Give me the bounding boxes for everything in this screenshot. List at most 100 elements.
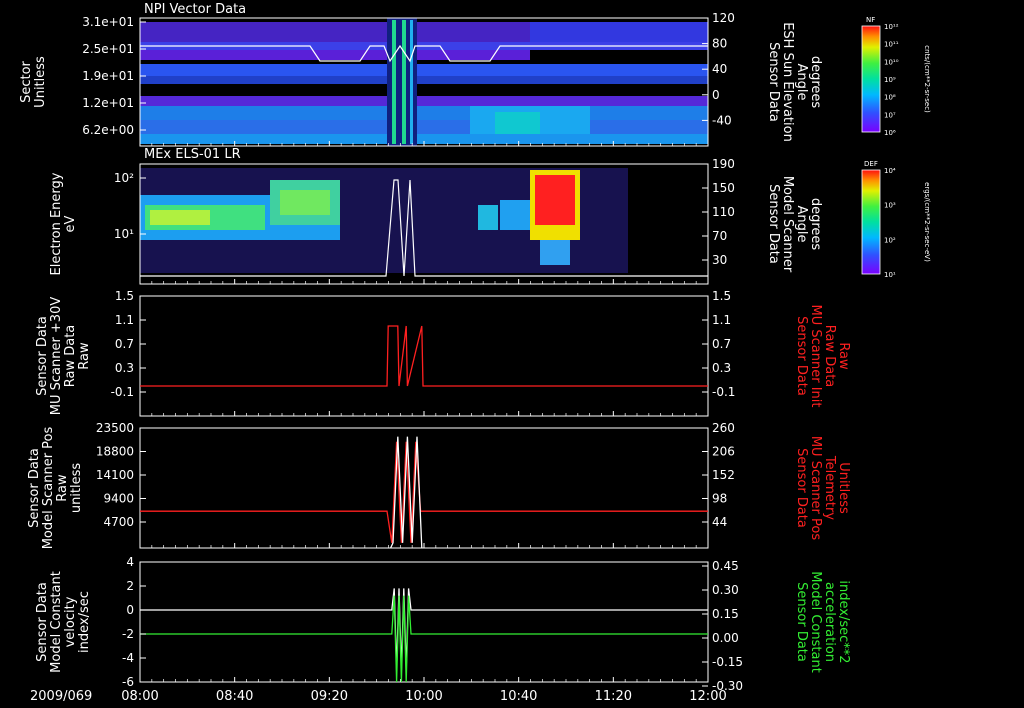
colorbar-def: DEF xyxy=(861,160,881,275)
y-tick-label: 10² xyxy=(114,171,134,185)
y-tick-label: -0.1 xyxy=(111,385,134,399)
y2-tick-label: 0.45 xyxy=(712,559,739,573)
colorbar-units: ergs/(cm**2-sr-sec-eV) xyxy=(923,182,931,262)
series-line-3-0 xyxy=(140,441,708,543)
chart-canvas: NPI Vector Data MEx ELS-01 LR 3.1e+012.5… xyxy=(19,2,931,704)
y-tick-label: 2.5e+01 xyxy=(82,42,134,56)
y-tick-label: 4 xyxy=(126,555,134,569)
y2-tick-label: 0.30 xyxy=(712,583,739,597)
y2-tick-label: 0 xyxy=(712,88,720,102)
y2-axis-label: Model Constant xyxy=(808,571,823,673)
y-tick-label: -6 xyxy=(122,675,134,689)
x-tick-label: 10:00 xyxy=(405,689,442,704)
y-axis-label: Raw xyxy=(55,474,70,502)
y2-axis-label: acceleration xyxy=(822,582,837,662)
y2-tick-label: 0.3 xyxy=(712,361,731,375)
y-tick-label: 2 xyxy=(126,579,134,593)
y-tick-label: 0.3 xyxy=(115,361,134,375)
y2-tick-label: 1.5 xyxy=(712,289,731,303)
y2-axis-label: Sensor Data xyxy=(766,42,781,122)
panel1-spectrogram xyxy=(140,18,708,146)
x-tick-label: 10:40 xyxy=(500,689,537,704)
y2-tick-label: 1.1 xyxy=(712,313,731,327)
panel1-title: NPI Vector Data xyxy=(144,2,246,17)
y2-tick-label: 110 xyxy=(712,205,735,219)
colorbar-tick-label: 10⁴ xyxy=(884,167,896,175)
series-line-2-0 xyxy=(140,325,708,387)
y2-tick-label: 152 xyxy=(712,468,735,482)
y-axis-label: velocity xyxy=(63,596,78,647)
y2-axis-label: MU Scanner Pos xyxy=(808,436,823,541)
y2-tick-label: 70 xyxy=(712,229,727,243)
y2-axis-label: Sensor Data xyxy=(794,448,809,528)
x-axis-date: 2009/069 xyxy=(30,689,92,704)
y-axis-label: Model Scanner Pos xyxy=(41,426,56,549)
x-tick-label: 08:40 xyxy=(216,689,253,704)
y2-tick-label: 0.7 xyxy=(712,337,731,351)
y-tick-label: 1.1 xyxy=(115,313,134,327)
colorbar-units: cnts/(cm**2-sr-sec) xyxy=(923,45,931,113)
y-tick-label: 23500 xyxy=(96,421,134,435)
y-axis-label: Model Constant xyxy=(49,571,64,673)
panel2-title: MEx ELS-01 LR xyxy=(144,147,241,162)
y-tick-label: 0 xyxy=(126,603,134,617)
x-tick-label: 08:00 xyxy=(121,689,158,704)
y-axis-label: unitless xyxy=(69,463,84,514)
y-axis-label: index/sec xyxy=(77,591,92,653)
y-axis-label: Sensor Data xyxy=(35,316,50,396)
y2-axis-label: Unitless xyxy=(836,462,851,514)
y-axis-label: Sector xyxy=(19,60,34,102)
colorbar-tick-label: 10¹⁰ xyxy=(884,58,899,66)
y-tick-label: 14100 xyxy=(96,468,134,482)
colorbar-nf-label: NF xyxy=(866,16,875,24)
y-tick-label: 6.2e+00 xyxy=(82,123,134,137)
y-axis-label: Electron Energy xyxy=(49,172,64,275)
y2-axis-label: Raw xyxy=(836,342,851,370)
y2-tick-label: -0.1 xyxy=(712,385,735,399)
colorbar-tick-label: 10⁶ xyxy=(884,129,896,137)
colorbar-ticks: 10¹² 10¹¹ 10¹⁰ 10⁹ 10⁸ 10⁷ 10⁶ cnts/(cm**2-sr-s… xyxy=(884,23,931,279)
colorbar-tick-label: 10⁸ xyxy=(884,94,896,102)
panel2-spectrogram xyxy=(140,164,708,284)
colorbar-tick-label: 10⁹ xyxy=(884,76,896,84)
y2-axis-label: Telemetry xyxy=(822,455,837,520)
y2-axis-label: degrees xyxy=(808,198,823,251)
y2-axis-label: Raw Data xyxy=(822,325,837,388)
y-axis-label: Unitless xyxy=(33,56,48,108)
y2-tick-label: 30 xyxy=(712,253,727,267)
y2-axis-label: Angle xyxy=(794,64,809,101)
y2-axis-label: Model Scanner xyxy=(780,176,795,273)
y-tick-label: 0.7 xyxy=(115,337,134,351)
x-tick-label: 12:00 xyxy=(689,689,726,704)
y-tick-label: 1.9e+01 xyxy=(82,69,134,83)
y-tick-label: 10¹ xyxy=(114,227,134,241)
y2-tick-label: 150 xyxy=(712,181,735,195)
y-tick-label: 18800 xyxy=(96,445,134,459)
y2-tick-label: 80 xyxy=(712,37,727,51)
y2-axis-label: index/sec**2 xyxy=(836,580,851,663)
y-axis-label: MU Scanner +30V xyxy=(49,297,64,416)
y2-tick-label: 44 xyxy=(712,515,727,529)
colorbar-nf: NF xyxy=(861,16,881,133)
y2-tick-label: 190 xyxy=(712,157,735,171)
y2-axis-label: ESH Sun Elevation xyxy=(780,22,795,142)
y2-axis-label: Angle xyxy=(794,206,809,243)
x-tick-label: 09:20 xyxy=(311,689,348,704)
y2-axis-label: MU Scanner Init xyxy=(808,305,823,408)
colorbar-tick-label: 10² xyxy=(884,236,896,244)
y-axis-label: eV xyxy=(63,215,78,232)
colorbar-tick-label: 10¹ xyxy=(884,271,896,279)
colorbar-tick-label: 10¹¹ xyxy=(884,41,899,49)
series-line-3-1 xyxy=(390,436,423,549)
y2-axis-label: Sensor Data xyxy=(794,582,809,662)
y-tick-label: -4 xyxy=(122,651,134,665)
y2-axis-label: Sensor Data xyxy=(766,184,781,264)
y2-tick-label: -0.15 xyxy=(712,655,743,669)
y2-axis-label: Sensor Data xyxy=(794,316,809,396)
y2-tick-label: 0.15 xyxy=(712,607,739,621)
y-axis-label: Raw xyxy=(77,342,92,370)
y2-tick-label: 98 xyxy=(712,492,727,506)
y2-tick-label: 120 xyxy=(712,11,735,25)
colorbar-tick-label: 10⁷ xyxy=(884,111,896,119)
series-line-4-0 xyxy=(140,588,708,671)
